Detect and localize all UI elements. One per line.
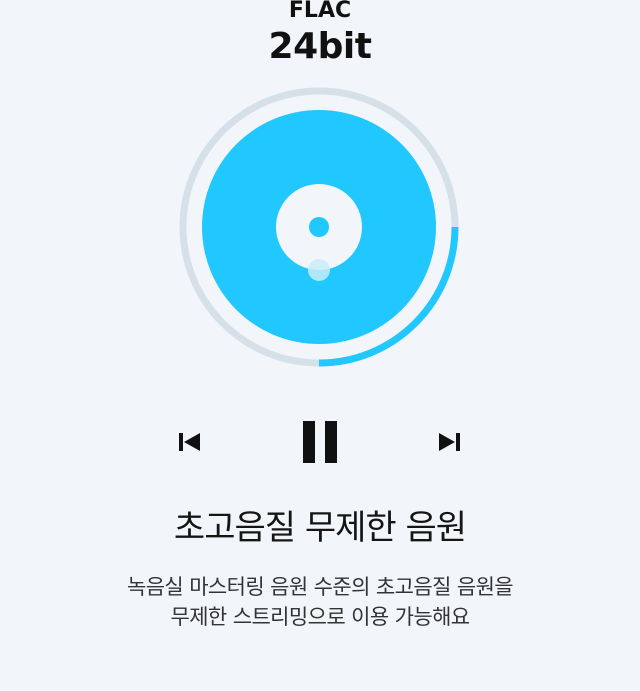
playback-disc [179,87,459,367]
feature-headline: 초고음질 무제한 음원 [173,508,467,548]
bit-depth-label: 24bit [268,26,372,67]
disc-graphic [179,87,459,367]
previous-button[interactable] [178,430,202,454]
feature-description: 녹음실 마스터링 음원 수준의 초고음질 음원을 무제한 스트리밍으로 이용 가… [0,572,640,632]
skip-next-icon [439,433,460,451]
skip-previous-icon [179,433,200,451]
pause-button[interactable] [300,418,340,466]
pause-icon [303,421,337,463]
disc-spindle-hole [309,217,329,237]
playback-controls [0,418,640,466]
description-line-2: 무제한 스트리밍으로 이용 가능해요 [170,605,470,629]
disc-highlight [308,259,330,281]
codec-label: FLAC [288,0,352,23]
next-button[interactable] [437,430,461,454]
description-line-1: 녹음실 마스터링 음원 수준의 초고음질 음원을 [126,575,514,599]
